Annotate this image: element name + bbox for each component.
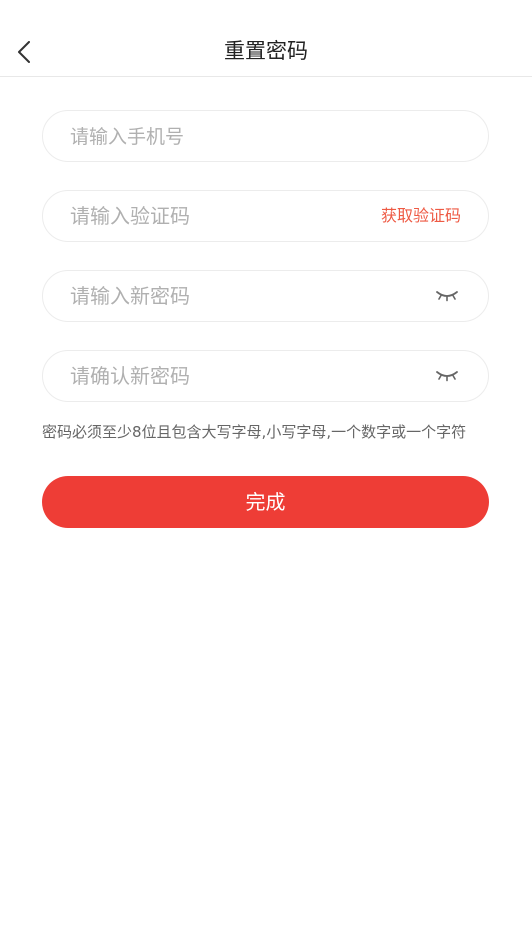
navigation-bar: 重置密码 [0,0,532,77]
submit-button[interactable]: 完成 [42,476,489,528]
get-code-button[interactable]: 获取验证码 [381,191,461,241]
new-password-visibility-toggle[interactable] [434,285,460,307]
confirm-password-input[interactable] [70,351,370,401]
confirm-password-visibility-toggle[interactable] [434,365,460,387]
code-input[interactable] [70,191,370,241]
phone-field[interactable] [42,110,489,162]
confirm-password-field[interactable] [42,350,489,402]
eye-closed-icon [436,371,458,382]
eye-closed-icon [436,291,458,302]
new-password-input[interactable] [70,271,370,321]
phone-input[interactable] [70,111,370,161]
password-rule-hint: 密码必须至少8位且包含大写字母,小写字母,一个数字或一个字符 [42,423,467,441]
new-password-field[interactable] [42,270,489,322]
code-field[interactable]: 获取验证码 [42,190,489,242]
page-title: 重置密码 [224,39,308,63]
